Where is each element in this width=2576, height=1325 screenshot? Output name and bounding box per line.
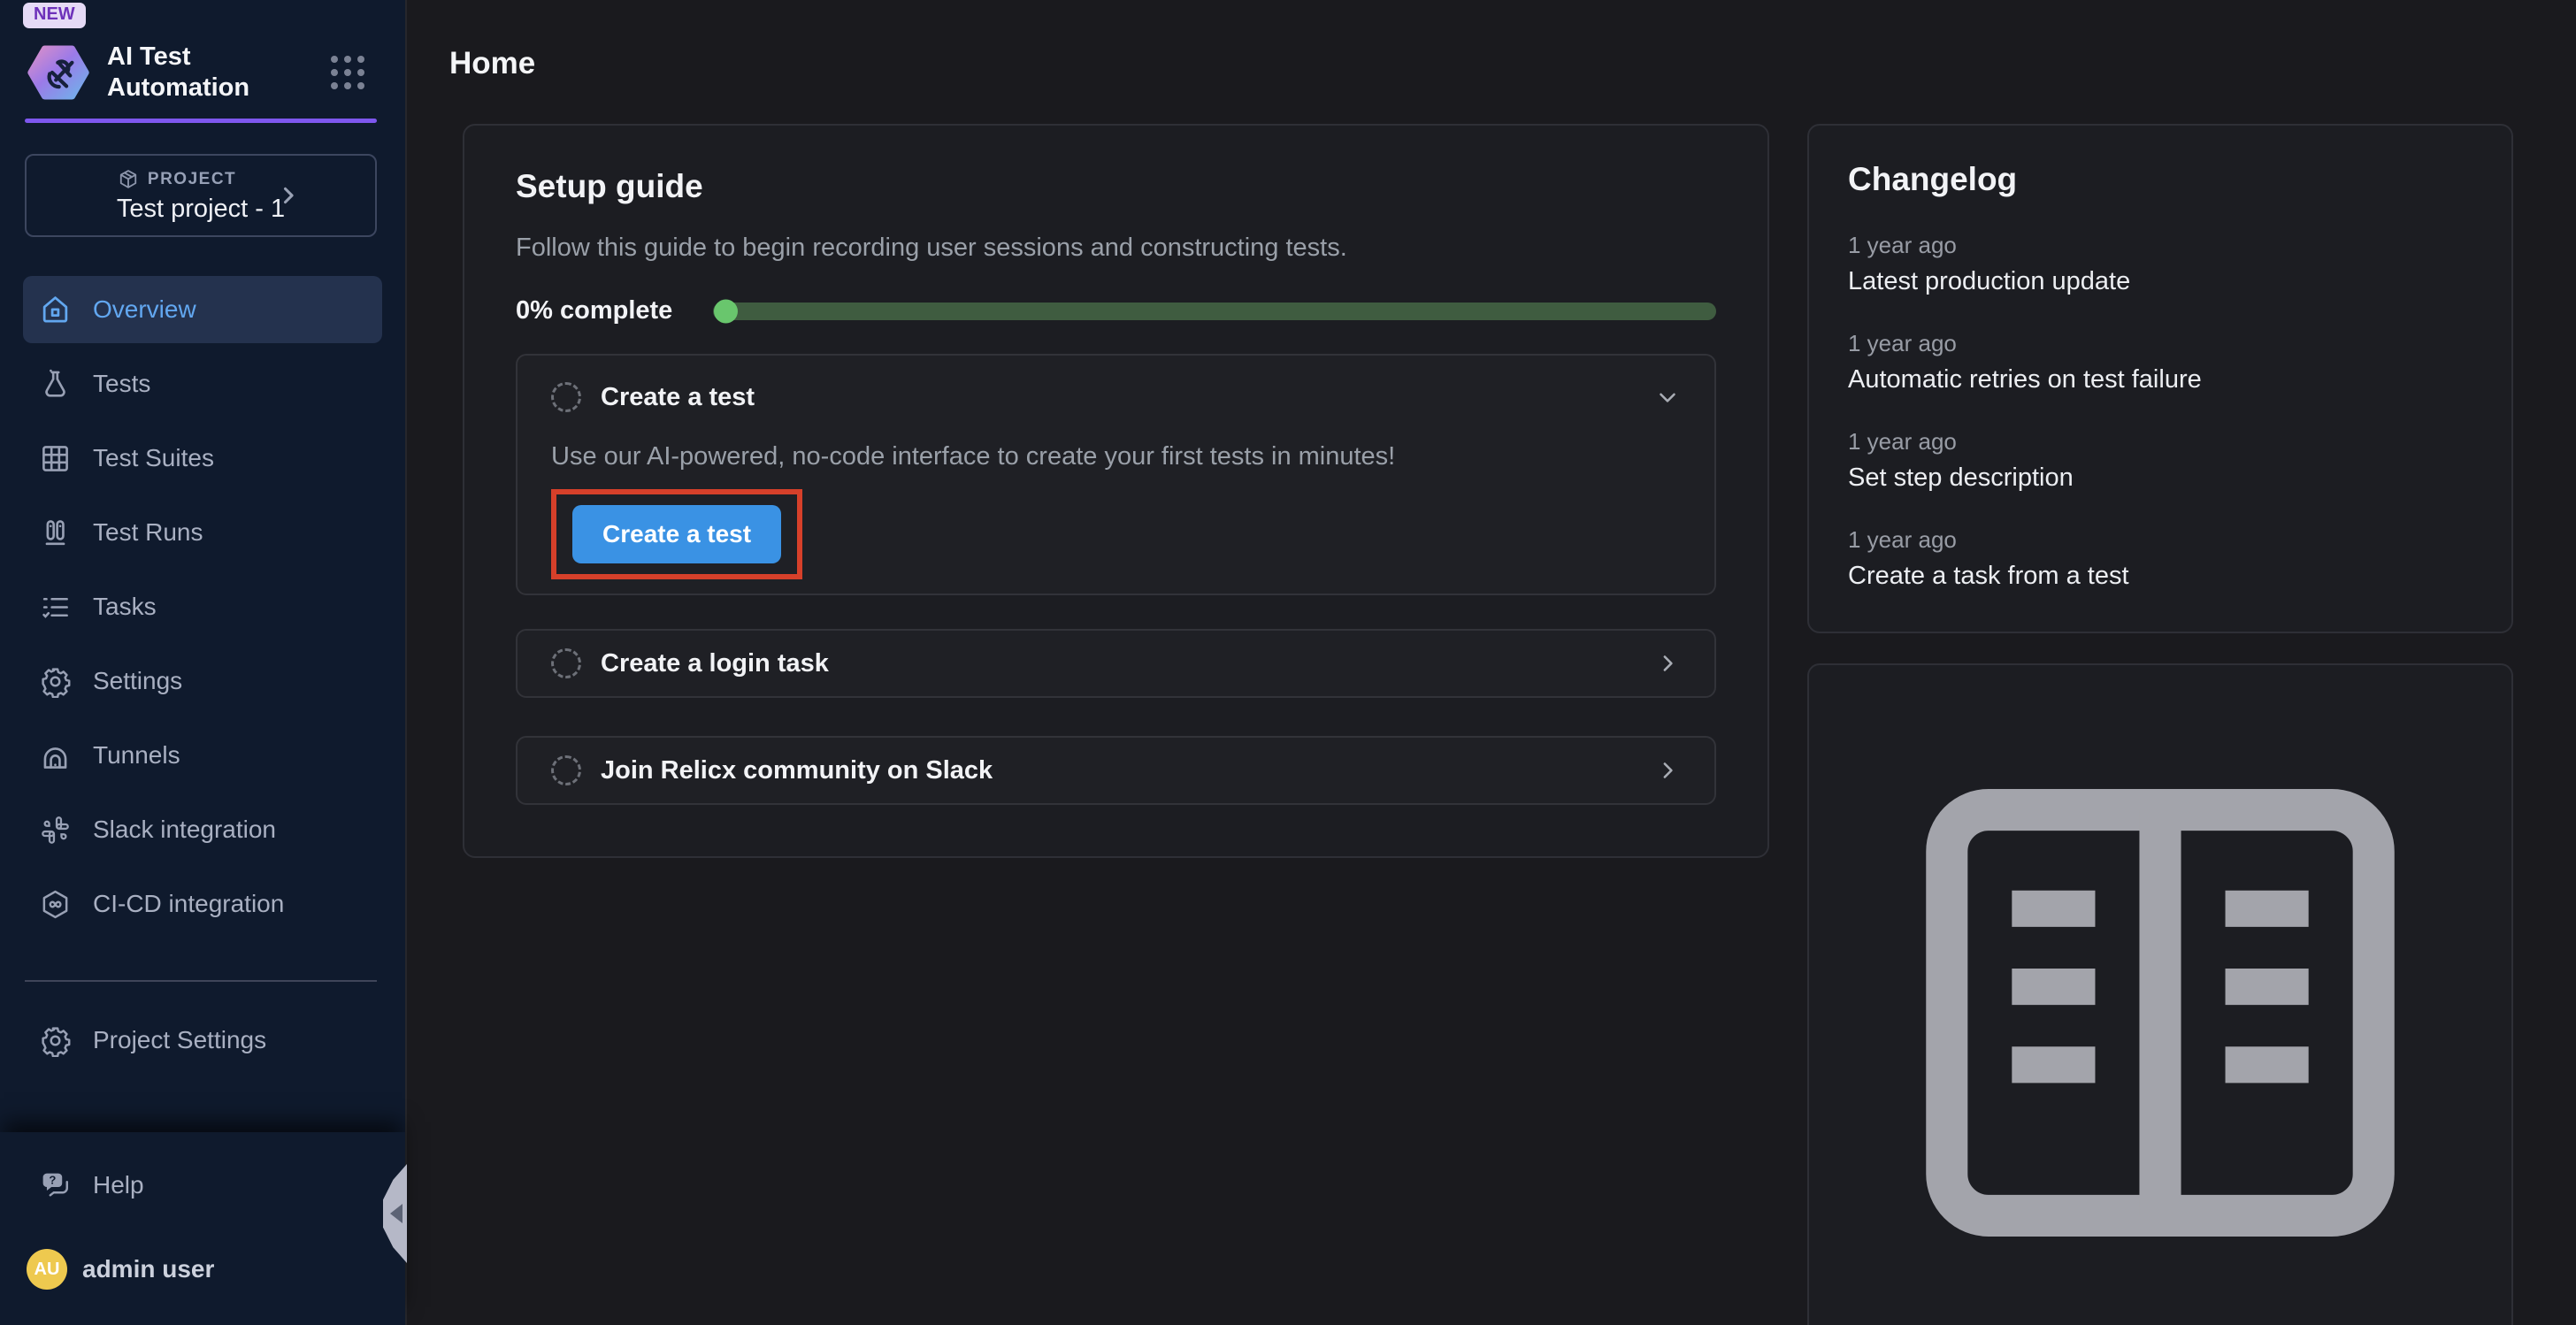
sidebar-item-project-settings[interactable]: Project Settings [23, 1007, 382, 1074]
step-create-a-login-task[interactable]: Create a login task [516, 629, 1716, 698]
changelog-time: 1 year ago [1848, 526, 2472, 554]
annotation-highlight-box: Create a test [551, 489, 802, 579]
changelog-entry: 1 year ago Create a task from a test [1848, 526, 2472, 591]
help-button[interactable]: ? Help [23, 1152, 382, 1219]
sidebar-item-overview[interactable]: Overview [23, 276, 382, 343]
step-title: Create a login task [601, 649, 829, 678]
setup-guide-subtitle: Follow this guide to begin recording use… [516, 234, 1716, 263]
changelog-entry-title: Latest production update [1848, 267, 2472, 296]
changelog-card: Changelog 1 year ago Latest production u… [1807, 124, 2513, 633]
step-title: Join Relicx community on Slack [601, 756, 993, 785]
help-chat-icon: ? [39, 1169, 72, 1202]
changelog-entry: 1 year ago Set step description [1848, 428, 2472, 493]
changelog-entry-title: Automatic retries on test failure [1848, 365, 2472, 394]
sidebar-item-label: Tasks [93, 593, 157, 621]
progress-dot [714, 299, 738, 323]
user-name: admin user [82, 1255, 214, 1283]
user-menu[interactable]: AU admin user [27, 1249, 405, 1290]
avatar: AU [27, 1249, 67, 1290]
changelog-time: 1 year ago [1848, 428, 2472, 456]
sidebar-item-label: Slack integration [93, 816, 276, 844]
sidebar-item-label: Tunnels [93, 741, 180, 770]
gear-icon [39, 1024, 72, 1057]
sidebar-item-label: Project Settings [93, 1026, 266, 1054]
sidebar-nav: Overview Tests Test Suites [23, 276, 382, 938]
step-create-a-test-header[interactable]: Create a test [551, 382, 1681, 412]
changelog-time: 1 year ago [1848, 330, 2472, 357]
app-logo-icon [27, 41, 89, 104]
sidebar-item-label: Settings [93, 667, 182, 695]
new-badge: NEW [23, 3, 86, 28]
package-icon [117, 168, 140, 191]
svg-text:?: ? [49, 1173, 56, 1186]
gear-icon [39, 665, 72, 698]
changelog-time: 1 year ago [1848, 232, 2472, 259]
tunnel-icon [39, 739, 72, 772]
brand-underline [25, 119, 377, 123]
step-title: Create a test [601, 383, 755, 412]
create-a-test-button[interactable]: Create a test [572, 505, 781, 563]
step-incomplete-icon [551, 755, 581, 785]
slack-icon [39, 814, 72, 846]
documentation-card: Relicx documentation Use this guide to g… [1807, 663, 2513, 1325]
chevron-right-icon [1654, 650, 1681, 677]
sidebar-item-label: Test Suites [93, 444, 214, 472]
chevron-right-icon [1654, 757, 1681, 784]
step-create-a-test: Create a test Use our AI-powered, no-cod… [516, 354, 1716, 595]
sidebar-item-slack-integration[interactable]: Slack integration [23, 796, 382, 863]
progress-label: 0% complete [516, 296, 672, 326]
step-join-relicx-community[interactable]: Join Relicx community on Slack [516, 736, 1716, 805]
flask-icon [39, 368, 72, 401]
app-logo-row: AI Test Automation [27, 41, 364, 104]
sidebar-bottom-panel: ? Help AU admin user [0, 1132, 405, 1325]
project-name: Test project - 1 [117, 195, 285, 224]
step-description: Use our AI-powered, no-code interface to… [551, 442, 1681, 471]
setup-guide-card: Setup guide Follow this guide to begin r… [463, 124, 1769, 858]
chevron-right-icon [276, 183, 301, 208]
sidebar-item-label: CI-CD integration [93, 890, 284, 918]
grid-icon [39, 442, 72, 475]
sidebar-item-test-runs[interactable]: Test Runs [23, 499, 382, 566]
sidebar-item-test-suites[interactable]: Test Suites [23, 425, 382, 492]
home-icon [39, 294, 72, 326]
sidebar-item-label: Test Runs [93, 518, 203, 547]
tasks-list-icon [39, 591, 72, 624]
project-selector[interactable]: PROJECT Test project - 1 [25, 154, 377, 237]
progress-bar [713, 303, 1716, 320]
step-incomplete-icon [551, 382, 581, 412]
main-content: Home Setup guide Follow this guide to be… [409, 0, 2576, 1325]
changelog-entry-title: Set step description [1848, 463, 2472, 493]
app-title: AI Test Automation [107, 42, 331, 103]
changelog-entry: 1 year ago Latest production update [1848, 232, 2472, 296]
setup-progress: 0% complete [516, 296, 1716, 326]
changelog-entry: 1 year ago Automatic retries on test fai… [1848, 330, 2472, 394]
sidebar-item-tests[interactable]: Tests [23, 350, 382, 417]
sidebar-item-tunnels[interactable]: Tunnels [23, 722, 382, 789]
help-label: Help [93, 1171, 144, 1199]
sidebar-item-label: Overview [93, 295, 196, 324]
page-title: Home [449, 46, 2576, 81]
sidebar-item-settings[interactable]: Settings [23, 647, 382, 715]
book-open-icon [1848, 701, 2472, 1325]
sidebar-item-cicd-integration[interactable]: CI-CD integration [23, 870, 382, 938]
sidebar-item-label: Tests [93, 370, 150, 398]
test-runs-icon [39, 517, 72, 549]
cicd-hexagon-infinity-icon [39, 888, 72, 921]
project-label: PROJECT [148, 170, 236, 189]
changelog-title: Changelog [1848, 161, 2472, 198]
sidebar-item-tasks[interactable]: Tasks [23, 573, 382, 640]
chevron-down-icon [1654, 384, 1681, 410]
setup-guide-title: Setup guide [516, 168, 1716, 205]
changelog-entry-title: Create a task from a test [1848, 562, 2472, 591]
sidebar-divider [25, 980, 377, 982]
step-incomplete-icon [551, 648, 581, 678]
apps-grid-icon[interactable] [331, 56, 364, 89]
sidebar: NEW AI Test Automation [0, 0, 407, 1325]
